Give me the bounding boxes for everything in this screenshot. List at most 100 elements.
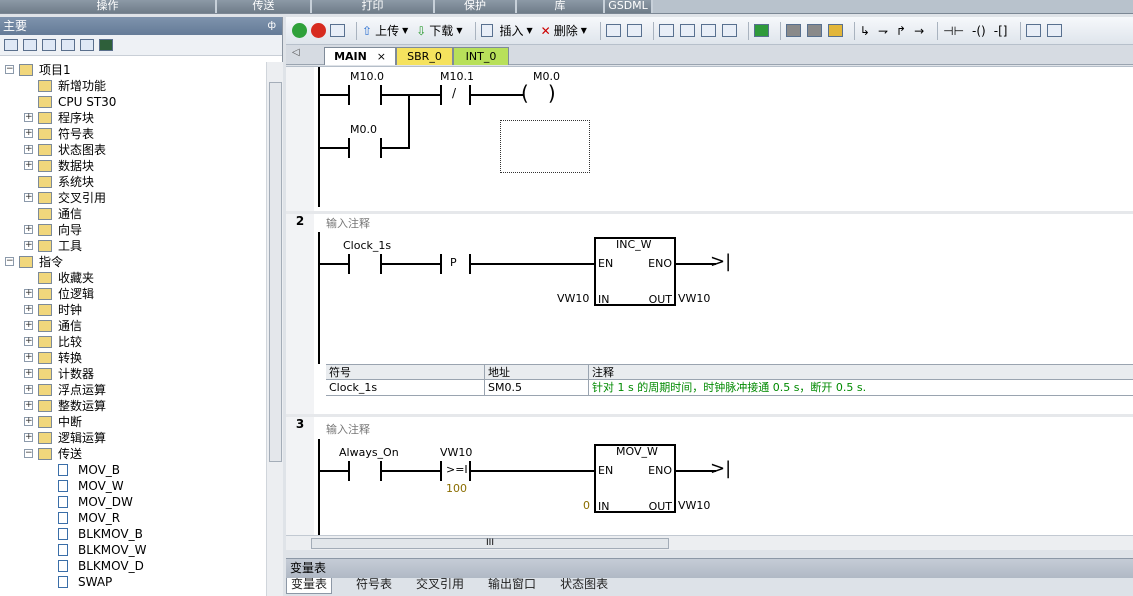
coil-icon[interactable]: -() [972,24,986,38]
in-operand[interactable]: VW10 [557,292,589,305]
tree-item[interactable]: + 工具 [0,238,266,254]
ribbon-tab-transfer[interactable]: 传送 [217,0,312,13]
compare-left[interactable] [440,461,442,481]
tree-item[interactable]: MOV_DW [0,494,266,510]
pulse-left[interactable] [440,254,442,274]
delete-button[interactable]: ✕ 删除 ▼ [541,22,587,39]
expand-icon[interactable]: + [24,321,33,330]
branch-right-icon[interactable]: ⇁ [878,24,888,38]
inc-w-box[interactable]: INC_W EN ENO IN OUT [594,237,676,306]
tab-symbol-table[interactable]: 符号表 [350,578,392,594]
tree-item[interactable]: CPU ST30 [0,94,266,110]
tab-variable-table[interactable]: 变量表 [286,578,333,594]
forward-icon[interactable] [700,24,716,37]
collapse-icon[interactable]: − [5,257,14,266]
pin-icon[interactable]: ф [267,17,276,35]
contact-m10-1-left[interactable] [440,85,442,105]
table-icon[interactable] [23,39,37,51]
expand-icon[interactable]: + [24,305,33,314]
collapse-icon[interactable]: − [24,449,33,458]
tree-item[interactable]: + 通信 [0,318,266,334]
clear-icon[interactable] [721,24,737,37]
ribbon-tab-print[interactable]: 打印 [312,0,435,13]
expand-icon[interactable]: + [24,241,33,250]
tree-item[interactable]: 系统块 [0,174,266,190]
expand-icon[interactable]: + [24,401,33,410]
tree-item[interactable]: + 比较 [0,334,266,350]
tab-status-chart[interactable]: 状态图表 [554,578,608,594]
expand-icon[interactable]: + [24,193,33,202]
tab-sbr0[interactable]: SBR_0 [396,47,453,65]
scrollbar-thumb[interactable] [269,82,282,462]
close-icon[interactable]: × [377,50,386,63]
document-icon[interactable] [42,39,56,51]
symbol-table-icon[interactable] [1047,24,1063,37]
tree-item[interactable]: + 状态图表 [0,142,266,158]
download-button[interactable]: ⇩ 下载 ▼ [416,22,462,39]
tree-item[interactable]: 通信 [0,206,266,222]
contact-left[interactable] [348,461,350,481]
tree-item[interactable]: 收藏夹 [0,270,266,286]
comment-icon[interactable] [1026,24,1042,37]
tree-item[interactable]: − 指令 [0,254,266,270]
expand-icon[interactable]: + [24,433,33,442]
variable-table-pane[interactable]: 变量表 [286,558,1133,578]
expand-icon[interactable]: + [24,113,33,122]
box-icon[interactable]: -[] [994,24,1008,38]
expand-icon[interactable]: + [24,289,33,298]
upload-button[interactable]: ⇧ 上传 ▼ [362,22,408,39]
tree-item[interactable]: BLKMOV_D [0,558,266,574]
tree-item[interactable]: + 转换 [0,350,266,366]
tree-item[interactable]: + 位逻辑 [0,286,266,302]
tree-item[interactable]: BLKMOV_B [0,526,266,542]
goto-icon[interactable] [753,24,769,37]
ribbon-tab-library[interactable]: 库 [517,0,605,13]
compare-top-operand[interactable]: VW10 [440,446,472,459]
contact-m10-0-left[interactable] [348,85,350,105]
contact-left[interactable] [348,254,350,274]
tree-item[interactable]: + 计数器 [0,366,266,382]
contact-icon[interactable]: ⊣⊢ [943,24,964,38]
tab-output-window[interactable]: 输出窗口 [482,578,536,594]
view-icon[interactable] [4,39,18,51]
expand-icon[interactable]: + [24,337,33,346]
tree-item[interactable]: + 逻辑运算 [0,430,266,446]
tab-main[interactable]: MAIN × [324,47,396,65]
compare-bottom-operand[interactable]: 100 [446,482,467,495]
scrollbar-thumb[interactable]: III [311,538,669,549]
window-icon[interactable] [80,39,94,51]
scroll-left-icon[interactable]: ◁ [292,47,300,58]
unlock-icon[interactable] [806,24,822,37]
tree-item[interactable]: SWAP [0,574,266,590]
network-icon[interactable] [605,24,621,37]
grid-icon[interactable] [626,24,642,37]
expand-icon[interactable]: + [24,369,33,378]
branch-up-icon[interactable]: ↱ [896,24,906,38]
protect-icon[interactable] [827,24,843,37]
tree-item[interactable]: + 时钟 [0,302,266,318]
ladder-editor[interactable]: M10.0 M10.1 M0.0 / ( ) M0.0 2 输入注释 Clock… [286,66,1133,535]
tree-item[interactable]: − 传送 [0,446,266,462]
tree-item[interactable]: + 数据块 [0,158,266,174]
page-icon[interactable] [61,39,75,51]
tab-cross-reference[interactable]: 交叉引用 [410,578,464,594]
contact-m0-0-left[interactable] [348,138,350,158]
tree-item[interactable]: + 符号表 [0,126,266,142]
mov-w-box[interactable]: MOV_W EN ENO IN OUT [594,444,676,513]
tree-item[interactable]: MOV_R [0,510,266,526]
tree-item[interactable]: 新增功能 [0,78,266,94]
ribbon-tab-gsdml[interactable]: GSDML [605,0,653,13]
network-comment[interactable]: 输入注释 [326,421,370,437]
tree-vertical-scrollbar[interactable] [266,62,283,596]
tree-item[interactable]: + 中断 [0,414,266,430]
expand-icon[interactable]: + [24,353,33,362]
out-operand[interactable]: VW10 [678,499,710,512]
compile-icon[interactable] [330,24,345,37]
tree-item[interactable]: + 整数运算 [0,398,266,414]
tree-item[interactable]: + 交叉引用 [0,190,266,206]
tree-item[interactable]: MOV_B [0,462,266,478]
branch-down-icon[interactable]: ↳ [860,24,870,38]
tab-int0[interactable]: INT_0 [453,47,509,65]
ribbon-tab-operate[interactable]: 操作 [0,0,217,13]
editor-horizontal-scrollbar[interactable]: III [286,535,1133,550]
